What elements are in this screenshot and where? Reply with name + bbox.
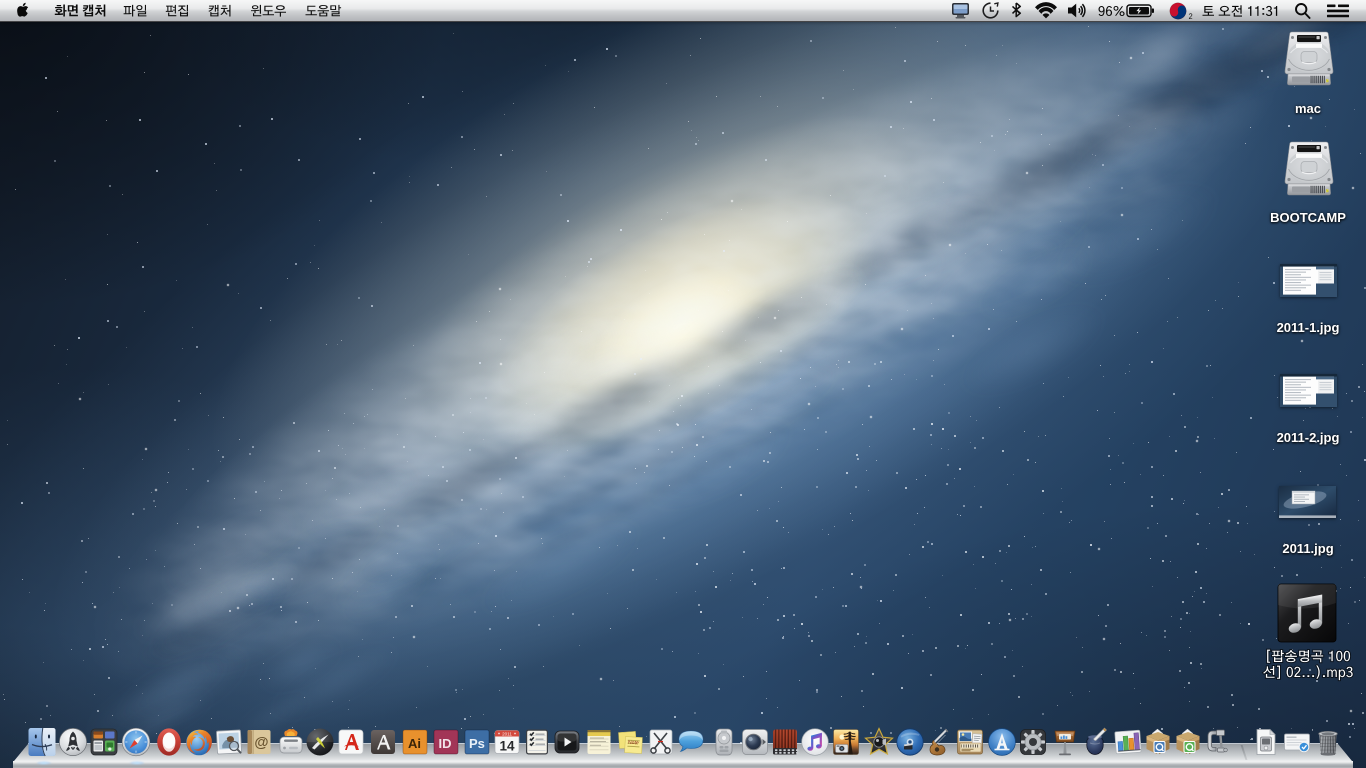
svg-text:@: @ (254, 735, 268, 751)
svg-text:Ai: Ai (408, 736, 421, 751)
svg-text:ID: ID (439, 736, 452, 751)
svg-text:Note: Note (628, 740, 639, 747)
svg-text:2011: 2011 (502, 731, 512, 736)
svg-text:14: 14 (499, 739, 515, 754)
svg-text:Ps: Ps (469, 736, 485, 751)
